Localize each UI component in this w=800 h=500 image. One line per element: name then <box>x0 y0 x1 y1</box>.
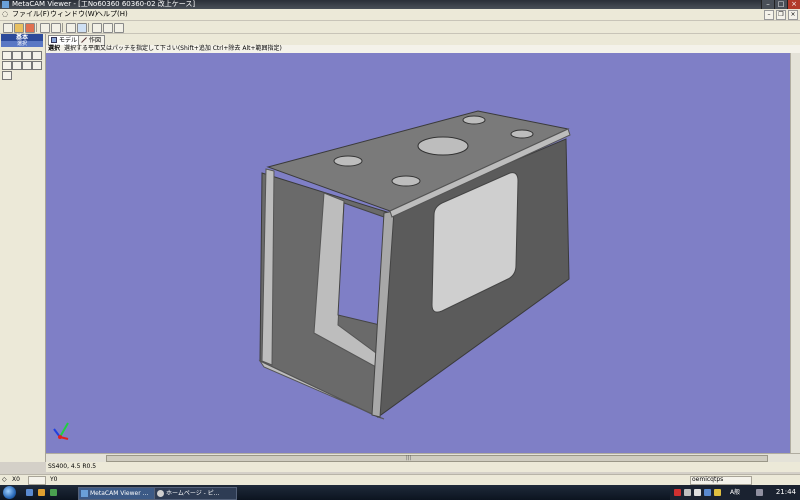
front-window <box>337 202 385 326</box>
title-bar: MetaCAM Viewer - [工No60360 60360-02 改上ケー… <box>0 0 800 9</box>
clock[interactable]: 21:44 <box>776 485 796 500</box>
start-button[interactable] <box>3 486 16 499</box>
snap-icon[interactable] <box>22 51 32 60</box>
task-metacam[interactable]: MetaCAM Viewer ... <box>78 487 161 500</box>
toolbar-separator <box>88 23 89 32</box>
mdi-minimize-button[interactable]: – <box>764 10 774 20</box>
tray-icon[interactable] <box>694 489 701 496</box>
maximize-button[interactable]: □ <box>774 0 787 9</box>
toolbar <box>0 21 800 34</box>
measure-icon[interactable] <box>2 61 12 70</box>
model-canvas[interactable] <box>46 53 790 453</box>
status-field <box>28 476 46 485</box>
top-hole <box>391 175 421 187</box>
select-arrow-icon[interactable] <box>2 51 12 60</box>
language-indicator[interactable]: A般 <box>730 485 740 500</box>
tab-label: モデル <box>59 37 78 44</box>
tray-icon[interactable] <box>704 489 711 496</box>
shade-icon[interactable] <box>66 23 76 33</box>
model-icon <box>51 37 57 43</box>
panel-header[interactable]: 基本 <box>1 34 43 41</box>
hint-text: 選択する平面又はパッチを指定して下さい(Shift+追加 Ctrl+除去 Alt… <box>64 45 282 52</box>
list-icon[interactable] <box>22 61 32 70</box>
mdi-close-button[interactable]: × <box>788 10 798 20</box>
color-icon[interactable] <box>25 23 35 33</box>
material-label: SS400, 4.5 R0.5 <box>48 463 97 470</box>
tray-icon[interactable] <box>674 489 681 496</box>
vertical-scrollbar[interactable] <box>790 53 800 453</box>
minimize-button[interactable]: – <box>761 0 774 9</box>
menu-bar: ◌ ファイル(F) ウィンドウ(W) ヘルプ(H) – ❐ × <box>0 9 800 21</box>
zoom-icon[interactable] <box>92 23 102 33</box>
large-top-hole <box>417 136 469 156</box>
mode-label: 選択 <box>48 45 61 52</box>
tab-model[interactable]: モデル <box>48 35 82 45</box>
task-label: ホームページ - ピ... <box>166 490 220 497</box>
menu-file[interactable]: ファイル(F) <box>12 10 50 19</box>
volume-icon[interactable] <box>756 489 763 496</box>
tool-icon[interactable] <box>32 51 42 60</box>
tab-label: 作図 <box>89 37 102 44</box>
scroll-thumb[interactable] <box>106 455 768 462</box>
print-icon[interactable] <box>40 23 50 33</box>
view-icon[interactable] <box>77 23 87 33</box>
tab-bar: モデル 作図 <box>46 34 800 45</box>
window-title: MetaCAM Viewer - [工No60360 60360-02 改上ケー… <box>12 0 196 8</box>
material-bar: SS400, 4.5 R0.5 <box>46 462 800 472</box>
draw-icon <box>81 37 87 43</box>
search-icon[interactable] <box>12 61 22 70</box>
tray-icon[interactable] <box>714 489 721 496</box>
axis-triad-icon <box>53 422 69 440</box>
y-coordinate: Y0 <box>50 476 58 483</box>
task-browser[interactable]: ホームページ - ピ... <box>154 487 237 500</box>
menu-help[interactable]: ヘルプ(H) <box>96 10 128 19</box>
status-bar: ◇ X0 Y0 oemicqtps <box>0 474 800 485</box>
page-icon[interactable] <box>51 23 61 33</box>
mdi-restore-button[interactable]: ❐ <box>776 10 786 20</box>
app-icon <box>2 1 9 8</box>
horizontal-scrollbar[interactable]: ||| <box>46 453 800 462</box>
quicklaunch-icon[interactable] <box>26 489 33 496</box>
close-button[interactable]: × <box>787 0 800 9</box>
model-viewport[interactable] <box>46 53 790 453</box>
query-icon[interactable] <box>12 51 22 60</box>
rotate-icon[interactable] <box>103 23 113 33</box>
quicklaunch-icon[interactable] <box>50 489 57 496</box>
quicklaunch-icon[interactable] <box>38 489 45 496</box>
status-right-text: oemicqtps <box>692 476 724 483</box>
open-icon[interactable] <box>3 23 13 33</box>
status-icon: ◇ <box>2 476 7 483</box>
taskbar: MetaCAM Viewer ... ホームページ - ピ... A般 21:4… <box>0 485 800 500</box>
doc-icon: ◌ <box>2 10 9 18</box>
toolbar-separator <box>36 23 37 32</box>
panel-subheader[interactable]: 選択 <box>1 41 43 47</box>
system-tray: A般 21:44 <box>670 485 800 500</box>
scroll-grip-icon: ||| <box>406 455 412 461</box>
tray-icon[interactable] <box>684 489 691 496</box>
menu-window[interactable]: ウィンドウ(W) <box>50 10 97 19</box>
x-coordinate: X0 <box>12 476 20 483</box>
pan-icon[interactable] <box>114 23 124 33</box>
tab-draw[interactable]: 作図 <box>78 35 106 45</box>
top-hole <box>510 129 534 139</box>
top-hole <box>333 155 363 167</box>
task-label: MetaCAM Viewer ... <box>90 490 149 497</box>
toolbar-separator <box>62 23 63 32</box>
folder-icon[interactable] <box>14 23 24 33</box>
browser-icon <box>157 490 164 497</box>
top-hole <box>462 115 486 125</box>
left-panel: 基本 選択 <box>0 34 46 462</box>
app-icon <box>81 490 88 497</box>
copy-icon[interactable] <box>2 71 12 80</box>
layer-icon[interactable] <box>32 61 42 70</box>
